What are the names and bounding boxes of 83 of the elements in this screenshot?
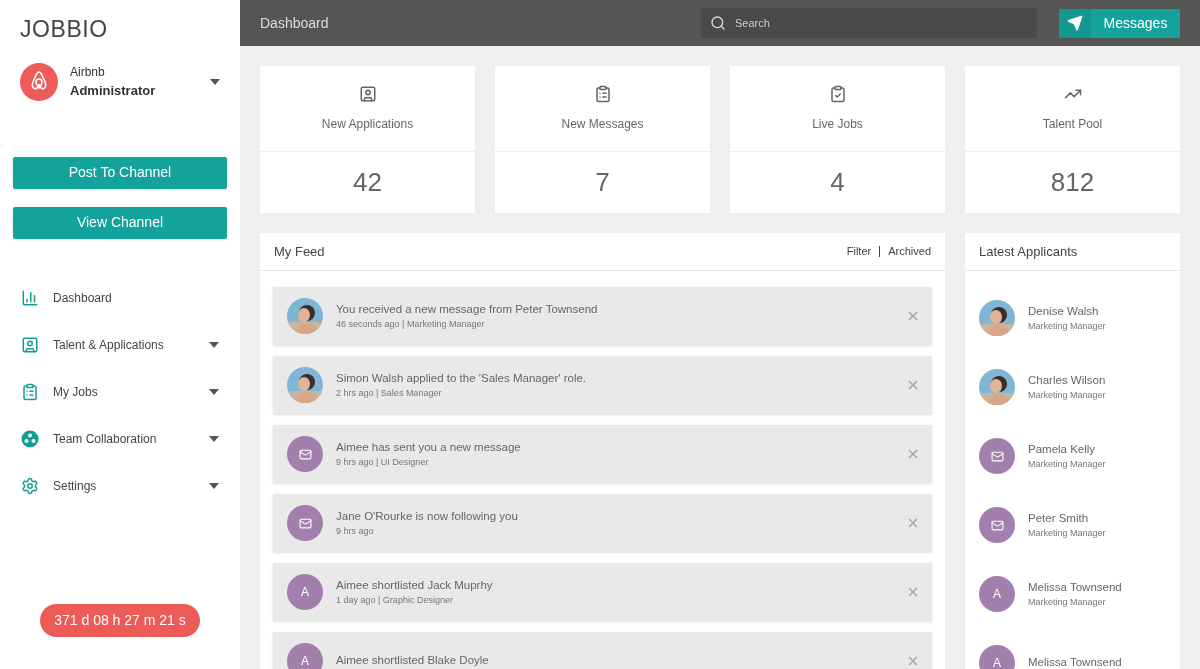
countdown-timer: 371 d 08 h 27 m 21 s — [40, 604, 200, 637]
clipboard-check-icon — [828, 84, 847, 103]
applicant-item[interactable]: Charles Wilson Marketing Manager — [979, 369, 1166, 405]
stat-label: New Applications — [321, 115, 414, 133]
stat-value: 812 — [1050, 166, 1095, 199]
close-icon[interactable] — [906, 516, 920, 530]
letter-avatar: A — [979, 645, 1015, 669]
mail-icon — [990, 449, 1004, 463]
stat-value: 7 — [595, 166, 610, 199]
close-icon[interactable] — [906, 585, 920, 599]
mail-icon — [298, 447, 312, 461]
nav-item[interactable]: Talent & Applications — [0, 321, 240, 369]
applicant-role: Marketing Manager — [1028, 319, 1106, 333]
account-role: Administrator — [70, 81, 157, 100]
airbnb-logo-icon — [20, 62, 58, 101]
stat-label: Live Jobs — [812, 115, 863, 133]
mail-icon — [298, 516, 312, 530]
feed-meta: 9 hrs ago | UI Designer — [336, 455, 430, 469]
close-icon[interactable] — [906, 654, 920, 668]
applicant-role: Marketing Manager — [1028, 457, 1106, 471]
caret-icon — [210, 78, 220, 85]
letter-avatar: A — [287, 643, 323, 669]
feed-meta: 1 day ago | Graphic Designer — [336, 593, 454, 607]
letter-avatar: A — [979, 576, 1015, 612]
feed-text: Jane O'Rourke is now following you — [336, 508, 519, 524]
mail-icon — [990, 518, 1004, 532]
feed-item[interactable]: Aimee has sent you a new message 9 hrs ago | UI Designer — [273, 425, 932, 483]
feed-item[interactable]: Jane O'Rourke is now following you 9 hrs ago — [273, 494, 932, 552]
close-icon[interactable] — [906, 378, 920, 392]
applicant-name: Melissa Townsend — [1028, 655, 1122, 669]
brand-logo: JOBBIO — [19, 15, 109, 44]
feed-item[interactable]: Simon Walsh applied to the 'Sales Manager' role. 2 hrs ago | Sales Manager — [273, 356, 932, 414]
settings-icon — [21, 477, 39, 495]
team-icon — [21, 430, 39, 448]
stat-label: New Messages — [561, 115, 644, 133]
person-icon — [21, 336, 39, 354]
feed-item[interactable]: You received a new message from Peter Townsend 46 seconds ago | Marketing Manager — [273, 287, 932, 345]
stat-value: 42 — [353, 166, 382, 199]
stat-value: 4 — [830, 166, 845, 199]
applicant-role: Marketing Manager — [1028, 526, 1106, 540]
feed-link[interactable]: Filter — [846, 243, 872, 260]
person-icon — [358, 84, 377, 103]
send-icon — [1067, 15, 1083, 31]
clipboard-icon — [593, 84, 612, 103]
clipboard-icon — [21, 383, 39, 401]
nav-item[interactable]: Team Collaboration — [0, 415, 240, 463]
bar-chart-icon — [21, 289, 39, 307]
feed-item[interactable]: A Aimee shortlisted Blake Doyle — [273, 632, 932, 669]
company-name: Airbnb — [70, 63, 106, 81]
applicant-name: Melissa Townsend — [1028, 579, 1122, 595]
applicant-item[interactable]: A Melissa Townsend Marketing Manager — [979, 576, 1166, 612]
applicant-name: Pamela Kelly — [1028, 441, 1097, 457]
search-field[interactable]: Search — [701, 8, 1037, 38]
stat-label: Talent Pool — [1042, 115, 1103, 133]
close-icon[interactable] — [906, 309, 920, 323]
feed-meta: 2 hrs ago | Sales Manager — [336, 386, 443, 400]
feed-text: Aimee shortlisted Jack Muprhy — [336, 577, 494, 593]
search-icon — [710, 15, 726, 31]
applicant-item[interactable]: Denise Walsh Marketing Manager — [979, 300, 1166, 336]
feed-text: Aimee has sent you a new message — [336, 439, 522, 455]
feed-text: Aimee shortlisted Blake Doyle — [336, 653, 490, 669]
page-title: Dashboard — [260, 13, 330, 33]
feed-meta: 9 hrs ago — [336, 524, 375, 538]
applicant-item[interactable]: Pamela Kelly Marketing Manager — [979, 438, 1166, 474]
applicant-name: Peter Smith — [1028, 510, 1090, 526]
nav-item[interactable]: Dashboard — [0, 274, 240, 322]
panel-title: Latest Applicants — [979, 242, 1078, 261]
feed-text: Simon Walsh applied to the 'Sales Manager' role. — [336, 370, 588, 386]
feed-text: You received a new message from Peter Townsend — [336, 301, 599, 317]
applicant-role: Marketing Manager — [1028, 595, 1107, 609]
applicant-name: Denise Walsh — [1028, 303, 1100, 319]
applicant-item[interactable]: A Melissa Townsend — [979, 645, 1166, 669]
panel-title: My Feed — [274, 242, 326, 261]
nav-item[interactable]: My Jobs — [0, 368, 240, 416]
nav-item[interactable]: Settings — [0, 462, 240, 510]
applicant-name: Charles Wilson — [1028, 372, 1106, 388]
close-icon[interactable] — [906, 447, 920, 461]
feed-meta: 46 seconds ago | Marketing Manager — [336, 317, 486, 331]
letter-avatar: A — [287, 574, 323, 610]
feed-link[interactable]: Archived — [888, 243, 931, 260]
feed-item[interactable]: A Aimee shortlisted Jack Muprhy 1 day ago | Graphic Designer — [273, 563, 932, 621]
applicant-role: Marketing Manager — [1028, 388, 1106, 402]
applicant-item[interactable]: Peter Smith Marketing Manager — [979, 507, 1166, 543]
